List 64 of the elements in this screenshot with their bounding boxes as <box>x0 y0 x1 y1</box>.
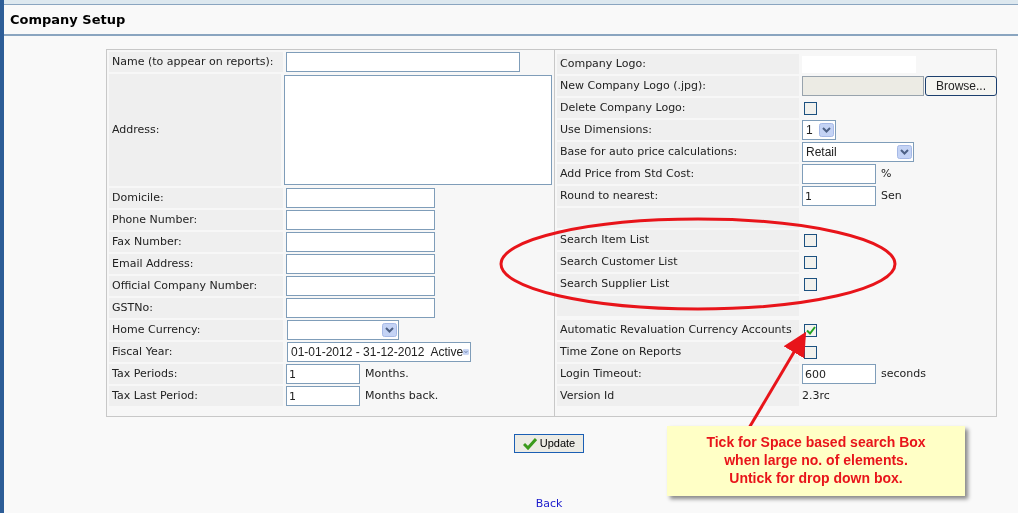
field-label: Delete Company Logo: <box>560 99 686 116</box>
text-field[interactable] <box>286 254 435 274</box>
field-label: Official Company Number: <box>112 277 258 294</box>
field-label: New Company Logo (.jpg): <box>560 77 706 94</box>
unit-label: seconds <box>881 365 926 382</box>
dropdown[interactable]: Retail <box>802 142 914 162</box>
address-field[interactable] <box>284 75 552 185</box>
field-label: Phone Number: <box>112 211 198 228</box>
text-field[interactable] <box>802 164 876 184</box>
unit-label: Sen <box>881 187 902 204</box>
checkmark-icon <box>522 437 537 450</box>
callout-note: Tick for Space based search Box when large no. of elements. Untick for drop down box. <box>667 426 965 496</box>
text-field[interactable] <box>286 276 435 296</box>
field-label: GSTNo: <box>112 299 153 316</box>
back-link[interactable]: Back <box>535 496 563 513</box>
checkbox[interactable] <box>804 101 817 115</box>
field-label: Fax Number: <box>112 233 182 250</box>
text-field[interactable] <box>286 52 520 72</box>
checkbox[interactable] <box>804 255 817 269</box>
text-field[interactable] <box>286 188 435 208</box>
checkbox[interactable] <box>804 277 817 291</box>
field-label: Company Logo: <box>560 55 646 72</box>
field-label: Search Item List <box>560 231 650 248</box>
dropdown-caret-icon <box>897 145 912 159</box>
field-label: Base for auto price calculations: <box>560 143 738 160</box>
checkbox[interactable] <box>804 233 817 247</box>
field-label: Name (to appear on reports): <box>112 53 274 70</box>
dropdown[interactable]: 01-01-2012 - 31-12-2012 Active <box>287 342 471 362</box>
dropdown[interactable] <box>287 320 399 340</box>
field-label: Time Zone on Reports <box>560 343 682 360</box>
field-label: Version Id <box>560 387 615 404</box>
field-label: Search Customer List <box>560 253 678 270</box>
update-button[interactable]: Update <box>513 434 585 453</box>
field-label: Search Supplier List <box>560 275 670 292</box>
dropdown-caret-icon <box>382 323 397 337</box>
field-label: Email Address: <box>112 255 194 272</box>
text-field[interactable]: 600 <box>802 364 876 384</box>
unit-label: Months back. <box>365 387 439 404</box>
field-label: Tax Last Period: <box>112 387 199 404</box>
text-field[interactable]: 1 <box>286 364 360 384</box>
field-label: Use Dimensions: <box>560 121 652 138</box>
text-field[interactable]: 1 <box>286 386 360 406</box>
dropdown[interactable]: 1 <box>802 120 836 140</box>
unit-label: % <box>881 165 892 182</box>
text-field[interactable] <box>286 232 435 252</box>
field-label: Home Currency: <box>112 321 201 338</box>
field-label: Domicile: <box>112 189 164 206</box>
text-field[interactable] <box>286 210 435 230</box>
field-label: Address: <box>112 121 160 138</box>
file-field[interactable] <box>802 76 924 96</box>
unit-label: Months. <box>365 365 409 382</box>
dropdown-caret-icon <box>819 123 834 137</box>
field-label: Fiscal Year: <box>112 343 173 360</box>
checkbox[interactable] <box>804 323 817 337</box>
field-label: Login Timeout: <box>560 365 642 382</box>
field-label: Round to nearest: <box>560 187 659 204</box>
version-value: 2.3rc <box>802 387 830 404</box>
browse-button[interactable]: Browse... <box>925 76 997 96</box>
field-label: Automatic Revaluation Currency Accounts <box>560 321 792 338</box>
text-field[interactable] <box>286 298 435 318</box>
field-label: Add Price from Std Cost: <box>560 165 695 182</box>
text-field[interactable]: 1 <box>802 186 876 206</box>
field-label: Tax Periods: <box>112 365 178 382</box>
page-title: Company Setup <box>10 10 126 29</box>
